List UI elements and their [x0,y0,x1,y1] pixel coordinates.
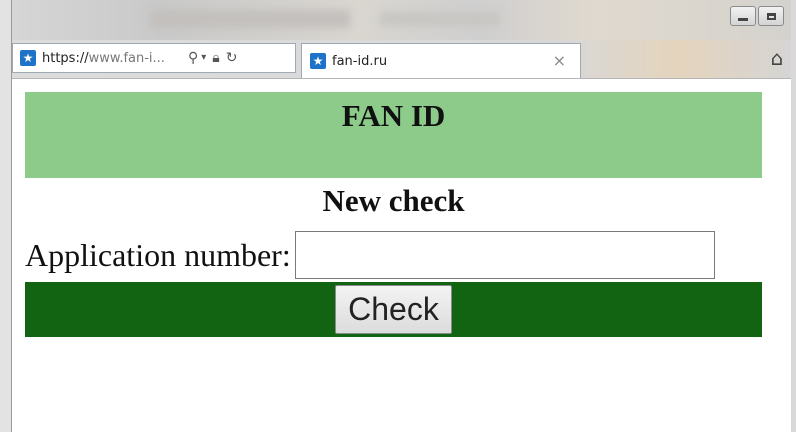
page-content: FAN ID New check Application number: Che… [12,78,791,433]
url-scheme: https:// [42,50,89,66]
maximize-button[interactable] [758,6,784,26]
address-bar[interactable]: ★ https://www.fan-i... ⚲ ▾ 🔒︎ ↻ [12,43,296,73]
site-favicon-icon: ★ [20,50,36,66]
page-title: FAN ID [341,98,446,133]
application-form-row: Application number: [25,230,762,280]
tab-favicon-icon: ★ [310,53,326,69]
refresh-icon[interactable]: ↻ [226,51,238,65]
maximize-icon [766,12,776,20]
search-icon[interactable]: ⚲ [188,51,198,65]
tab-title: fan-id.ru [332,53,388,69]
minimize-button[interactable] [730,6,756,26]
minimize-icon [738,17,748,21]
application-number-label: Application number: [25,236,291,273]
window-frame-right [791,0,796,432]
tab-fan-id[interactable]: ★ fan-id.ru × [301,43,581,78]
home-icon[interactable]: ⌂ [766,48,788,68]
close-tab-icon[interactable]: × [553,53,566,69]
window-frame-left [0,0,12,432]
application-number-input[interactable] [294,231,715,279]
window-titlebar [0,0,796,40]
section-title: New check [322,183,465,218]
dropdown-icon[interactable]: ▾ [201,53,206,63]
lock-icon[interactable]: 🔒︎ [212,51,219,65]
action-bar: Check [25,282,762,337]
url-host: www.fan-i... [88,50,165,66]
page-header: FAN ID [25,92,762,178]
address-url[interactable]: https://www.fan-i... [42,51,182,66]
check-button[interactable]: Check [335,285,452,334]
